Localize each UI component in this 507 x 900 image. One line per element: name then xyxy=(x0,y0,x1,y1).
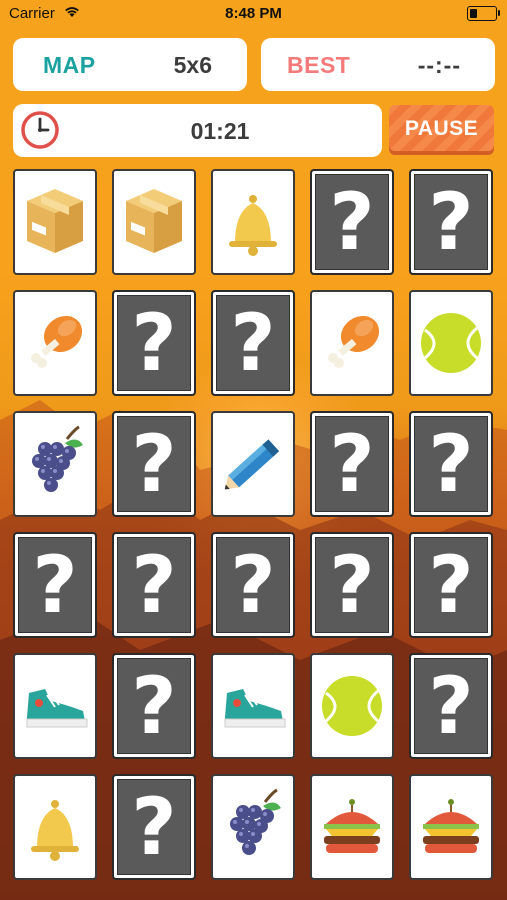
question-mark-icon: ? xyxy=(131,783,177,873)
best-time-panel: BEST --:-- xyxy=(261,38,495,91)
pencil-icon xyxy=(224,439,280,490)
sneaker-icon xyxy=(224,689,286,728)
card-revealed-chicken[interactable] xyxy=(310,290,394,396)
best-value: --:-- xyxy=(417,52,461,78)
card-revealed-grapes[interactable] xyxy=(13,411,97,517)
question-mark-icon: ? xyxy=(329,420,375,510)
tennis-ball-icon xyxy=(421,313,481,373)
card-hidden[interactable]: ? xyxy=(310,532,394,638)
question-mark-icon: ? xyxy=(428,420,474,510)
card-revealed-bell[interactable] xyxy=(211,169,295,275)
card-hidden[interactable]: ? xyxy=(13,532,97,638)
card-hidden[interactable]: ? xyxy=(409,411,493,517)
bell-icon xyxy=(229,195,277,256)
card-hidden[interactable]: ? xyxy=(211,290,295,396)
card-revealed-pencil[interactable] xyxy=(211,411,295,517)
chicken-icon xyxy=(31,315,83,368)
question-mark-icon: ? xyxy=(32,541,78,631)
card-revealed-chicken[interactable] xyxy=(13,290,97,396)
bell-icon xyxy=(31,800,79,861)
card-hidden[interactable]: ? xyxy=(112,411,196,517)
box-icon xyxy=(27,189,83,253)
burger-icon xyxy=(324,799,380,853)
card-hidden[interactable]: ? xyxy=(112,290,196,396)
question-mark-icon: ? xyxy=(230,299,276,389)
question-mark-icon: ? xyxy=(131,662,177,752)
card-hidden[interactable]: ? xyxy=(112,532,196,638)
grapes-icon xyxy=(230,788,281,855)
card-revealed-tennis-ball[interactable] xyxy=(310,653,394,759)
burger-icon xyxy=(423,799,479,853)
card-hidden[interactable]: ? xyxy=(112,653,196,759)
card-hidden[interactable]: ? xyxy=(112,774,196,880)
map-value: 5x6 xyxy=(173,52,212,78)
battery-icon xyxy=(467,6,500,21)
map-size-panel: MAP 5x6 xyxy=(13,38,247,91)
card-revealed-grapes[interactable] xyxy=(211,774,295,880)
card-revealed-tennis-ball[interactable] xyxy=(409,290,493,396)
card-revealed-burger[interactable] xyxy=(409,774,493,880)
status-bar: Carrier 8:48 PM xyxy=(0,0,507,28)
card-hidden[interactable]: ? xyxy=(310,169,394,275)
question-mark-icon: ? xyxy=(230,541,276,631)
map-label: MAP xyxy=(43,52,96,78)
timer-panel: 01:21 xyxy=(13,104,382,157)
card-hidden[interactable]: ? xyxy=(211,532,295,638)
question-mark-icon: ? xyxy=(131,541,177,631)
card-hidden[interactable]: ? xyxy=(409,169,493,275)
grapes-icon xyxy=(32,425,83,492)
card-revealed-box[interactable] xyxy=(13,169,97,275)
card-revealed-bell[interactable] xyxy=(13,774,97,880)
pause-button[interactable]: PAUSE xyxy=(389,105,494,155)
question-mark-icon: ? xyxy=(131,299,177,389)
card-revealed-burger[interactable] xyxy=(310,774,394,880)
question-mark-icon: ? xyxy=(428,178,474,268)
best-label: BEST xyxy=(287,52,351,78)
card-hidden[interactable]: ? xyxy=(409,653,493,759)
timer-value: 01:21 xyxy=(190,118,250,144)
card-hidden[interactable]: ? xyxy=(409,532,493,638)
chicken-icon xyxy=(328,315,380,368)
card-revealed-sneaker[interactable] xyxy=(13,653,97,759)
box-icon xyxy=(126,189,182,253)
card-revealed-box[interactable] xyxy=(112,169,196,275)
sneaker-icon xyxy=(26,689,88,728)
card-hidden[interactable]: ? xyxy=(310,411,394,517)
question-mark-icon: ? xyxy=(329,541,375,631)
question-mark-icon: ? xyxy=(329,178,375,268)
tennis-ball-icon xyxy=(322,676,382,736)
status-time: 8:48 PM xyxy=(225,5,282,22)
card-revealed-sneaker[interactable] xyxy=(211,653,295,759)
question-mark-icon: ? xyxy=(428,662,474,752)
question-mark-icon: ? xyxy=(131,420,177,510)
question-mark-icon: ? xyxy=(428,541,474,631)
